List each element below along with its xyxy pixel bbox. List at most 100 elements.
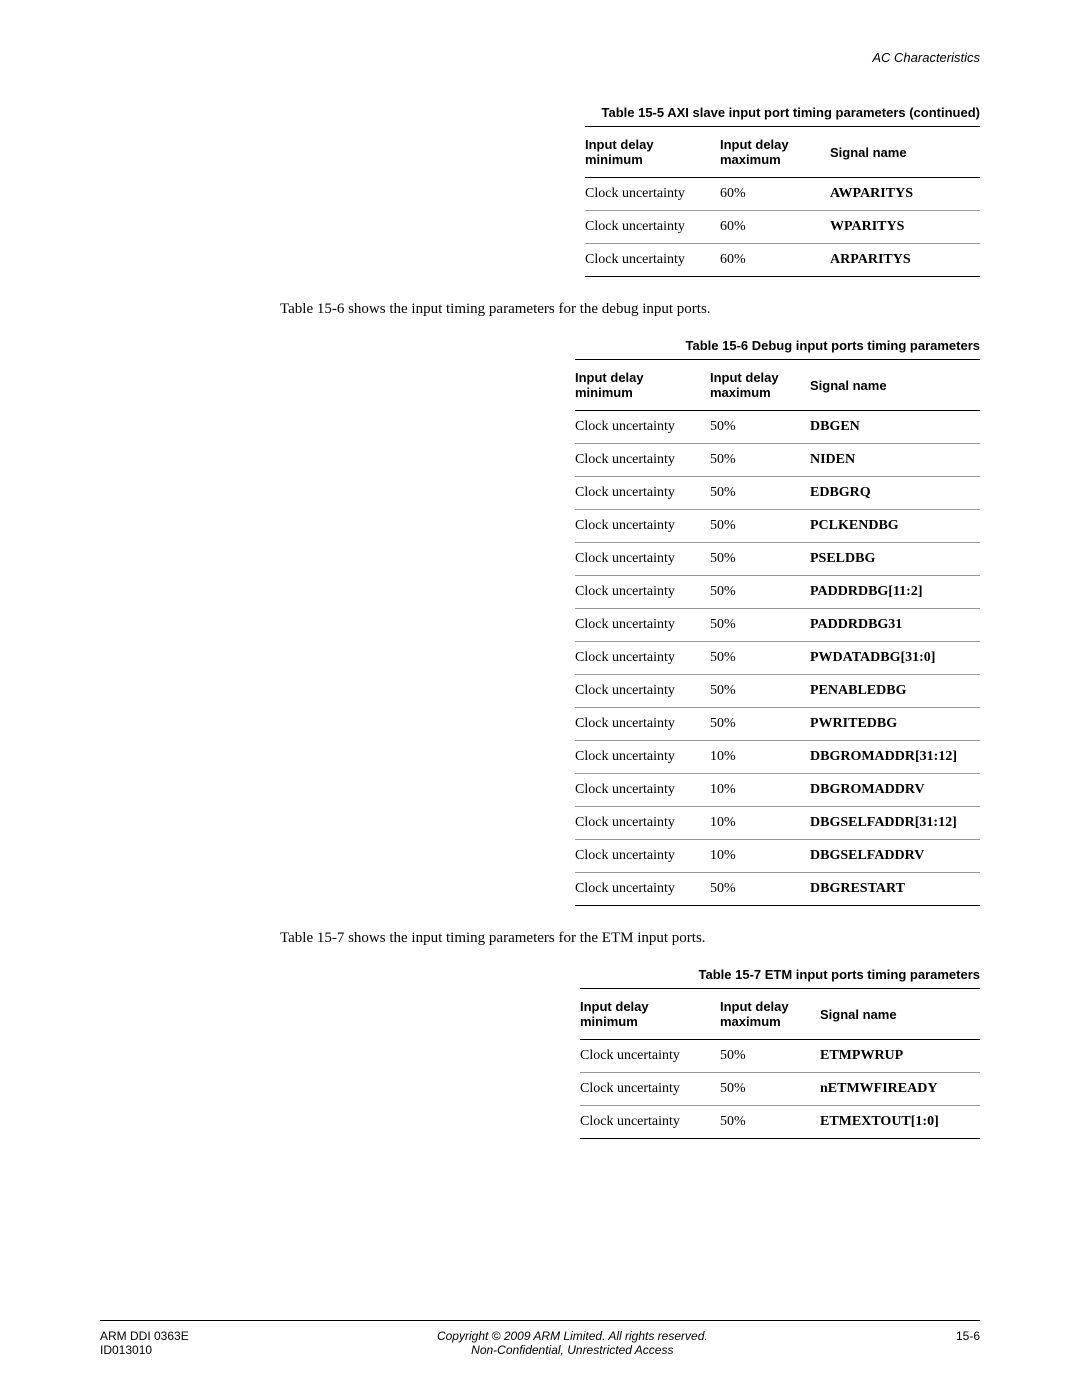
cell-signal: ARPARITYS	[830, 244, 980, 277]
cell-max: 50%	[720, 1040, 820, 1073]
page-footer: ARM DDI 0363E ID013010 Copyright © 2009 …	[100, 1320, 980, 1357]
cell-max: 10%	[710, 741, 810, 774]
col-header: Signal name	[820, 989, 980, 1040]
cell-signal: PADDRDBG31	[810, 609, 980, 642]
cell-min: Clock uncertainty	[585, 244, 720, 277]
cell-max: 10%	[710, 774, 810, 807]
table-debug-ports: Input delay minimum Input delay maximum …	[575, 359, 980, 906]
col-header: Input delay minimum	[585, 127, 720, 178]
cell-max: 50%	[710, 642, 810, 675]
cell-max: 50%	[710, 873, 810, 906]
table-row: Clock uncertainty60%AWPARITYS	[585, 178, 980, 211]
table-row: Clock uncertainty50%DBGRESTART	[575, 873, 980, 906]
cell-signal: PADDRDBG[11:2]	[810, 576, 980, 609]
cell-max: 50%	[710, 444, 810, 477]
cell-signal: DBGRESTART	[810, 873, 980, 906]
table-row: Clock uncertainty50%DBGEN	[575, 411, 980, 444]
footer-center: Copyright © 2009 ARM Limited. All rights…	[437, 1329, 708, 1357]
table-row: Clock uncertainty50%NIDEN	[575, 444, 980, 477]
cell-signal: PWRITEDBG	[810, 708, 980, 741]
table-row: Clock uncertainty10%DBGSELFADDR[31:12]	[575, 807, 980, 840]
cell-signal: PCLKENDBG	[810, 510, 980, 543]
cell-signal: EDBGRQ	[810, 477, 980, 510]
cell-min: Clock uncertainty	[575, 609, 710, 642]
cell-max: 50%	[710, 510, 810, 543]
table-row: Clock uncertainty50%ETMEXTOUT[1:0]	[580, 1106, 980, 1139]
cell-min: Clock uncertainty	[575, 510, 710, 543]
col-header: Signal name	[810, 360, 980, 411]
cell-signal: ETMPWRUP	[820, 1040, 980, 1073]
table-row: Clock uncertainty50%PADDRDBG[11:2]	[575, 576, 980, 609]
cell-min: Clock uncertainty	[575, 444, 710, 477]
cell-min: Clock uncertainty	[580, 1073, 720, 1106]
col-header: Input delay minimum	[575, 360, 710, 411]
cell-max: 50%	[710, 609, 810, 642]
cell-min: Clock uncertainty	[575, 576, 710, 609]
cell-max: 60%	[720, 178, 830, 211]
col-header: Input delay maximum	[710, 360, 810, 411]
cell-min: Clock uncertainty	[575, 741, 710, 774]
col-header: Input delay minimum	[580, 989, 720, 1040]
cell-signal: PENABLEDBG	[810, 675, 980, 708]
cell-min: Clock uncertainty	[575, 807, 710, 840]
doc-id: ARM DDI 0363E	[100, 1329, 189, 1343]
section-header: AC Characteristics	[100, 50, 980, 65]
footer-right: 15-6	[956, 1329, 980, 1343]
table-row: Clock uncertainty50%PSELDBG	[575, 543, 980, 576]
cell-signal: PWDATADBG[31:0]	[810, 642, 980, 675]
table-row: Clock uncertainty60%ARPARITYS	[585, 244, 980, 277]
table-row: Clock uncertainty50%PCLKENDBG	[575, 510, 980, 543]
cell-signal: DBGEN	[810, 411, 980, 444]
cell-signal: NIDEN	[810, 444, 980, 477]
cell-min: Clock uncertainty	[575, 411, 710, 444]
cell-min: Clock uncertainty	[575, 774, 710, 807]
cell-min: Clock uncertainty	[580, 1106, 720, 1139]
col-header: Input delay maximum	[720, 127, 830, 178]
cell-signal: DBGROMADDR[31:12]	[810, 741, 980, 774]
table-etm-ports: Input delay minimum Input delay maximum …	[580, 988, 980, 1139]
cell-max: 50%	[710, 708, 810, 741]
col-header: Signal name	[830, 127, 980, 178]
table-row: Clock uncertainty50%PWRITEDBG	[575, 708, 980, 741]
confidentiality: Non-Confidential, Unrestricted Access	[437, 1343, 708, 1357]
cell-signal: ETMEXTOUT[1:0]	[820, 1106, 980, 1139]
cell-max: 50%	[710, 411, 810, 444]
table-row: Clock uncertainty10%DBGSELFADDRV	[575, 840, 980, 873]
cell-min: Clock uncertainty	[585, 178, 720, 211]
copyright: Copyright © 2009 ARM Limited. All rights…	[437, 1329, 708, 1343]
paragraph: Table 15-6 shows the input timing parame…	[280, 301, 980, 318]
cell-min: Clock uncertainty	[575, 873, 710, 906]
cell-max: 50%	[710, 543, 810, 576]
cell-max: 50%	[720, 1073, 820, 1106]
cell-min: Clock uncertainty	[575, 477, 710, 510]
cell-max: 10%	[710, 807, 810, 840]
footer-left: ARM DDI 0363E ID013010	[100, 1329, 189, 1357]
table-row: Clock uncertainty50%PWDATADBG[31:0]	[575, 642, 980, 675]
table-row: Clock uncertainty50%PADDRDBG31	[575, 609, 980, 642]
col-header: Input delay maximum	[720, 989, 820, 1040]
table-axi-slave: Input delay minimum Input delay maximum …	[585, 126, 980, 277]
cell-signal: AWPARITYS	[830, 178, 980, 211]
table-row: Clock uncertainty50%nETMWFIREADY	[580, 1073, 980, 1106]
cell-min: Clock uncertainty	[575, 642, 710, 675]
cell-max: 60%	[720, 244, 830, 277]
page-number: 15-6	[956, 1329, 980, 1343]
cell-min: Clock uncertainty	[575, 543, 710, 576]
cell-signal: DBGROMADDRV	[810, 774, 980, 807]
cell-signal: WPARITYS	[830, 211, 980, 244]
cell-min: Clock uncertainty	[575, 840, 710, 873]
cell-min: Clock uncertainty	[585, 211, 720, 244]
cell-max: 50%	[710, 675, 810, 708]
cell-min: Clock uncertainty	[580, 1040, 720, 1073]
table-row: Clock uncertainty10%DBGROMADDRV	[575, 774, 980, 807]
cell-signal: PSELDBG	[810, 543, 980, 576]
cell-signal: DBGSELFADDR[31:12]	[810, 807, 980, 840]
table-caption-3: Table 15-7 ETM input ports timing parame…	[490, 967, 980, 982]
cell-signal: DBGSELFADDRV	[810, 840, 980, 873]
table-row: Clock uncertainty50%PENABLEDBG	[575, 675, 980, 708]
cell-max: 10%	[710, 840, 810, 873]
cell-max: 50%	[710, 576, 810, 609]
doc-revision: ID013010	[100, 1343, 189, 1357]
table-row: Clock uncertainty50%EDBGRQ	[575, 477, 980, 510]
cell-signal: nETMWFIREADY	[820, 1073, 980, 1106]
